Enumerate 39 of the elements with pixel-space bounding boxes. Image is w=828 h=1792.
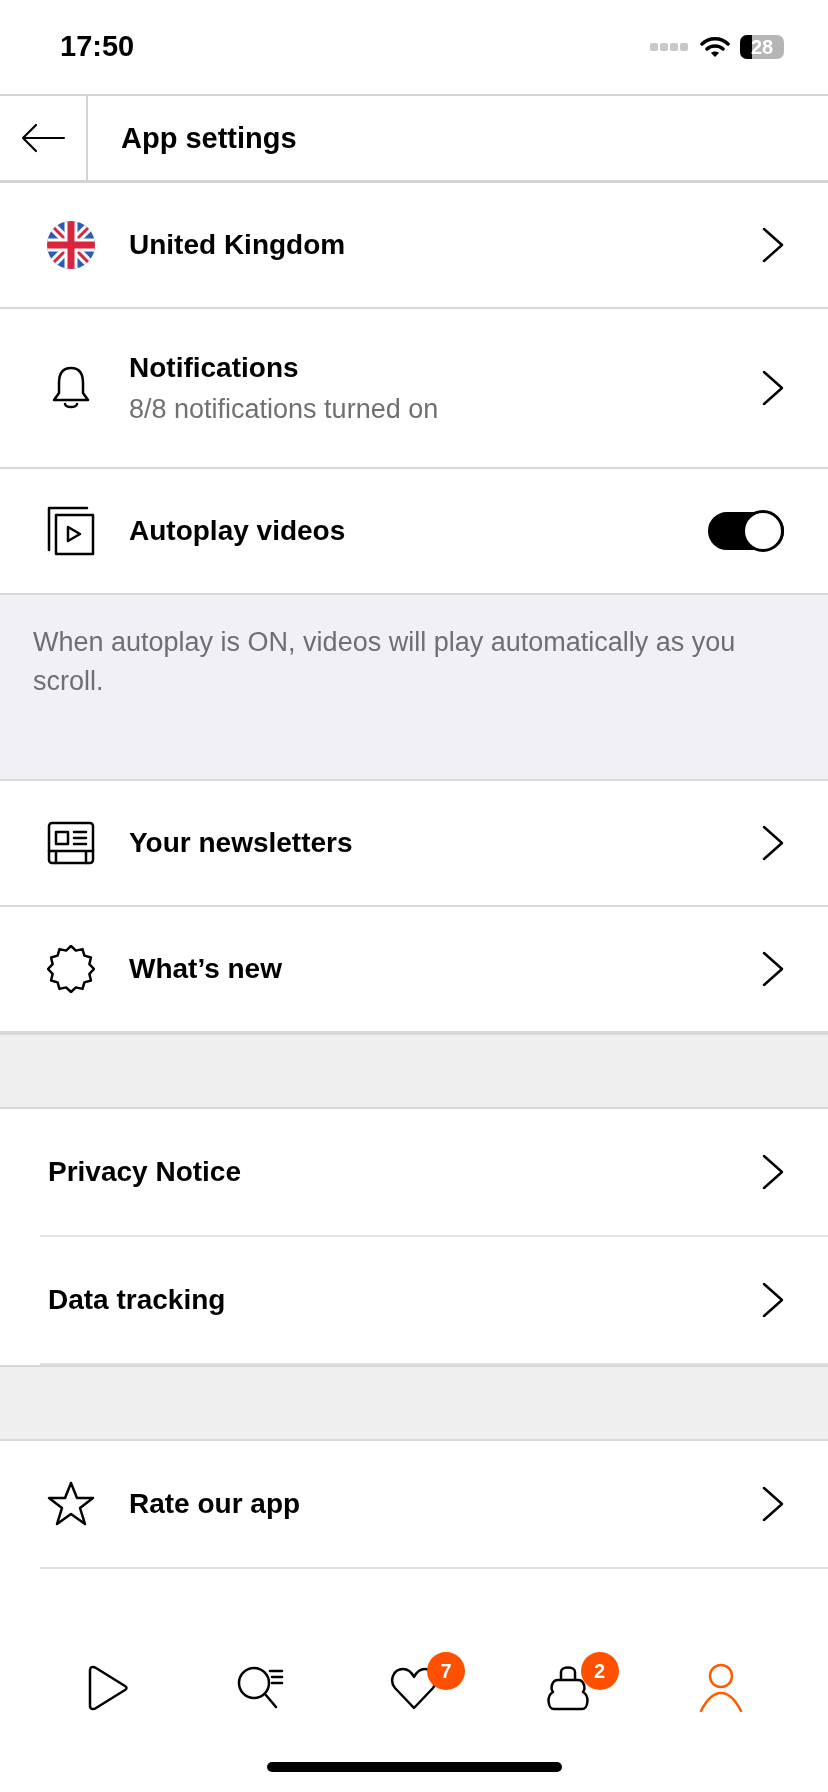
wifi-icon <box>700 36 730 58</box>
row-label: United Kingdom <box>129 229 347 261</box>
row-label: Autoplay videos <box>129 515 347 547</box>
chevron-right-icon <box>762 370 784 406</box>
count-badge: 7 <box>427 1652 465 1690</box>
row-label: Notifications <box>129 351 300 384</box>
count-badge: 2 <box>580 1652 619 1690</box>
newspaper-icon <box>47 821 95 865</box>
chevron-right-icon <box>762 825 784 861</box>
chevron-right-icon <box>762 1282 784 1318</box>
chevron-right-icon <box>762 951 784 987</box>
settings-link[interactable]: Data tracking <box>0 1237 828 1363</box>
bell-icon <box>51 365 91 411</box>
signal-icon <box>650 42 690 52</box>
star-icon <box>47 1481 95 1527</box>
chevron-right-icon <box>762 227 784 263</box>
chevron-right-icon <box>762 1486 784 1522</box>
settings-link[interactable]: Notifications 8/8 notifications turned on <box>0 309 828 469</box>
row-label: What’s new <box>129 953 283 985</box>
flag-icon <box>47 221 95 269</box>
person-icon <box>699 1663 744 1713</box>
row-label: Your newsletters <box>129 827 354 859</box>
row-label: Rate our app <box>129 1488 302 1520</box>
toggle-switch[interactable] <box>708 512 784 550</box>
starburst-icon <box>47 945 95 993</box>
row-label: Privacy Notice <box>48 1156 242 1188</box>
page-title: App settings <box>121 121 297 155</box>
row-label: Data tracking <box>48 1284 227 1316</box>
row-subtitle: 8/8 notifications turned on <box>129 393 440 425</box>
video-stack-icon <box>47 506 95 556</box>
status-time: 17:50 <box>60 29 135 63</box>
settings-link[interactable]: Rate our app <box>0 1441 828 1567</box>
settings-link[interactable]: United Kingdom <box>0 183 828 309</box>
chevron-right-icon <box>762 1154 784 1190</box>
arrow-left-icon <box>20 123 66 153</box>
settings-link[interactable]: Privacy Notice <box>0 1109 828 1235</box>
search-icon <box>236 1665 285 1711</box>
settings-link[interactable]: Your newsletters <box>0 781 828 907</box>
autoplay-note: When autoplay is ON, videos will play automatically as you scroll. <box>33 626 737 698</box>
